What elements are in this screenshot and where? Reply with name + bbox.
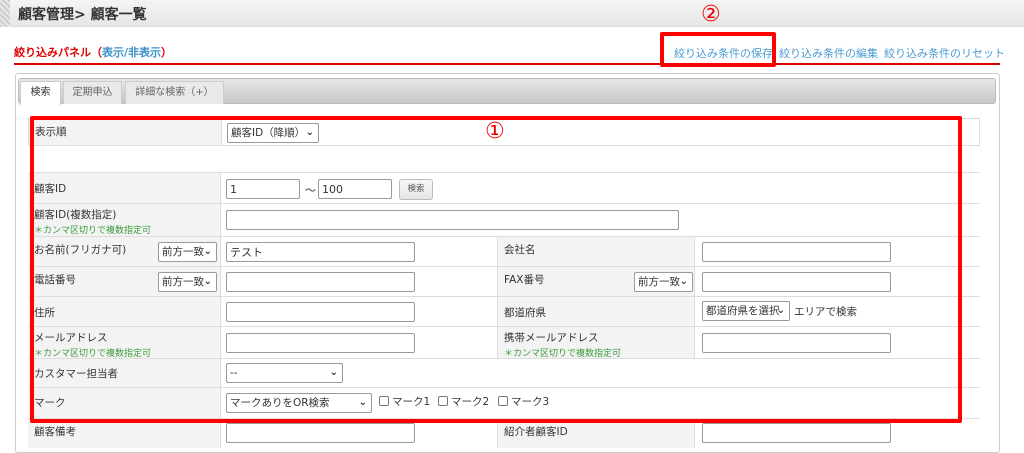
reset-filter-link[interactable]: 絞り込み条件のリセット	[884, 45, 1005, 61]
annotation-box-2	[660, 32, 776, 67]
header-stripe	[0, 0, 10, 27]
referrer-input[interactable]	[702, 423, 891, 443]
panel-title-end: ）	[161, 46, 173, 59]
tab-search[interactable]: 検索	[20, 81, 61, 105]
tab-subscription[interactable]: 定期申込	[63, 81, 122, 104]
referrer-label: 紹介者顧客ID	[497, 419, 695, 448]
breadcrumb: 顧客管理> 顧客一覧	[18, 7, 147, 23]
panel-title-text: 絞り込みパネル（	[14, 46, 102, 59]
remarks-label: 顧客備考	[28, 419, 221, 448]
divider	[14, 63, 1000, 65]
tab-advanced-search[interactable]: 詳細な検索（+）	[125, 81, 224, 104]
toggle-panel-link[interactable]: 表示/非表示	[102, 46, 161, 59]
annotation-number-1: ①	[485, 119, 505, 144]
annotation-box-1	[30, 116, 962, 423]
page-header: 顧客管理> 顧客一覧	[0, 0, 1024, 27]
remarks-input[interactable]	[226, 423, 415, 443]
edit-filter-link[interactable]: 絞り込み条件の編集	[779, 45, 878, 61]
filter-panel-title: 絞り込みパネル（表示/非表示）	[14, 44, 172, 60]
annotation-number-2: ②	[701, 2, 721, 27]
